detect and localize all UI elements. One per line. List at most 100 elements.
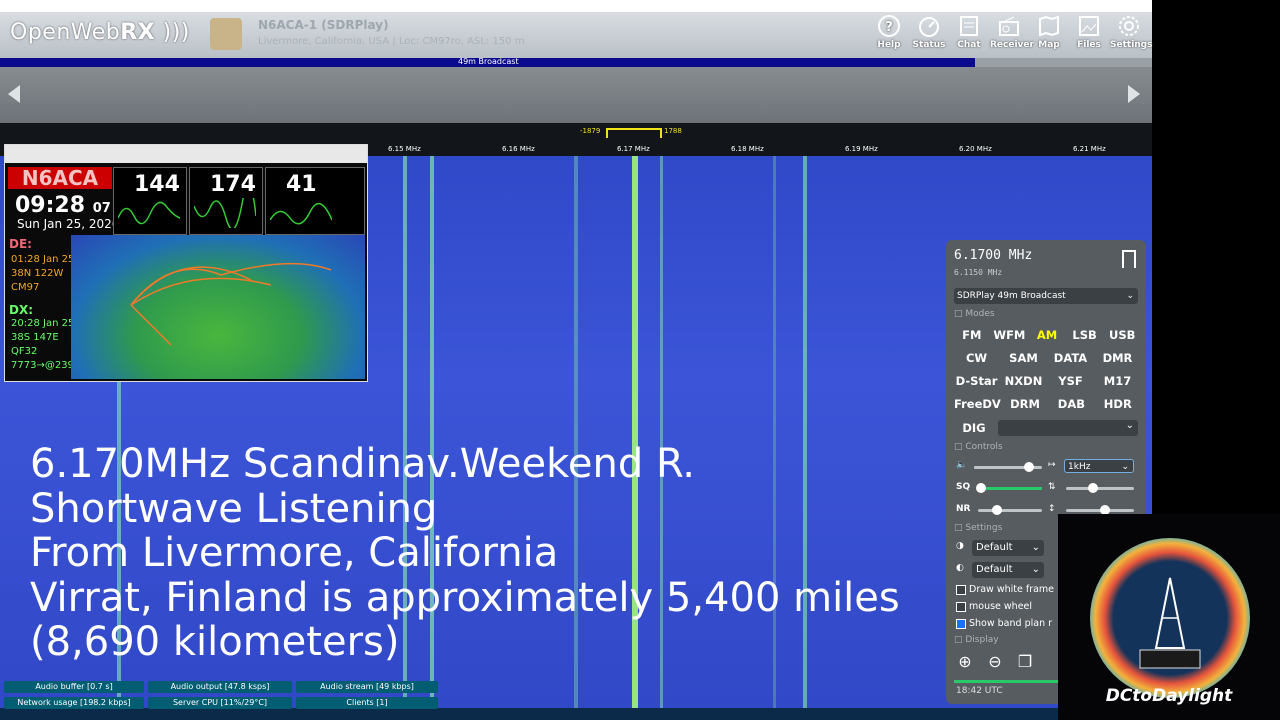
zoom-out-icon[interactable]: ⊖ <box>984 652 1006 672</box>
mode-freedv[interactable]: FreeDV <box>954 394 1001 414</box>
brand-logo <box>1090 538 1250 698</box>
chevron-down-icon: ⌄ <box>1125 420 1134 431</box>
clock-date: Sun Jan 25, 2026 <box>17 217 120 231</box>
mode-am[interactable]: AM <box>1029 325 1065 345</box>
frequency-display[interactable]: 6.1700 MHz <box>954 248 1032 263</box>
volume-fill <box>974 466 1029 469</box>
map-icon <box>1039 15 1059 37</box>
checkbox-box-checked[interactable] <box>956 618 966 629</box>
scroll-left-icon[interactable] <box>8 85 20 103</box>
svg-text:?: ? <box>885 20 893 35</box>
mode-m17[interactable]: M17 <box>1095 371 1140 391</box>
nav-status-label: Status <box>912 40 946 50</box>
volume-icon[interactable]: 🔈 <box>956 460 967 470</box>
passband-low: -1879 <box>580 127 601 135</box>
mode-dstar[interactable]: D-Star <box>954 371 999 391</box>
mode-dig[interactable]: DIG <box>956 418 992 438</box>
mode-ysf[interactable]: YSF <box>1048 371 1093 391</box>
scroll-right-icon[interactable] <box>1128 85 1140 103</box>
modes-section-label[interactable]: □ Modes <box>954 309 995 319</box>
mode-dmr[interactable]: DMR <box>1095 348 1140 368</box>
nav-receiver-label: Receiver <box>990 40 1034 50</box>
nav-chat[interactable]: Chat <box>950 14 988 50</box>
draw-frame-checkbox[interactable]: Draw white frame <box>956 584 1054 595</box>
caption-line: Virrat, Finland is approximately 5,400 m… <box>30 574 900 621</box>
openwebrx-logo[interactable]: OpenWebRX ))) <box>10 20 190 45</box>
header-nav: ? Help Status Chat Receiver Map Files Se… <box>870 14 1152 50</box>
bookmark-icon[interactable] <box>1122 250 1136 268</box>
de-label: DE: <box>9 237 32 251</box>
mouse-wheel-checkbox[interactable]: mouse wheel <box>956 601 1032 612</box>
frequency-secondary: 6.1150 MHz <box>954 268 1003 277</box>
network-usage-status: Network usage [198.2 kbps] <box>4 697 144 709</box>
zoom-in-icon[interactable]: ⊕ <box>954 652 976 672</box>
image-icon <box>1079 16 1099 36</box>
theme-select[interactable]: Default ⌄ <box>972 540 1044 556</box>
settings-section-label[interactable]: □ Settings <box>954 523 1002 533</box>
nav-help[interactable]: ? Help <box>870 14 908 50</box>
mode-data[interactable]: DATA <box>1048 348 1093 368</box>
palette-select[interactable]: Default ⌄ <box>972 562 1044 578</box>
audio-stream-status: Audio stream [49 kbps] <box>296 681 438 693</box>
mode-nxdn[interactable]: NXDN <box>1001 371 1046 391</box>
mode-usb[interactable]: USB <box>1104 325 1140 345</box>
mode-sam[interactable]: SAM <box>1001 348 1046 368</box>
checkbox-box[interactable] <box>956 584 966 595</box>
mode-fm[interactable]: FM <box>954 325 990 345</box>
dx-line: 38S 147E <box>11 332 59 343</box>
check1-label: Draw white frame <box>969 584 1055 595</box>
checkbox-box[interactable] <box>956 601 966 612</box>
caption-line: 6.170MHz Scandinav.Weekend R. <box>30 441 696 487</box>
modes-row: D-Star NXDN YSF M17 <box>954 371 1140 391</box>
band-plan-checkbox[interactable]: Show band plan r <box>956 618 1052 629</box>
wave-graph <box>270 203 332 225</box>
nav-settings[interactable]: Settings <box>1110 14 1152 50</box>
mode-lsb[interactable]: LSB <box>1067 325 1103 345</box>
world-map <box>71 235 365 379</box>
mode-drm[interactable]: DRM <box>1003 394 1047 414</box>
logo-web: Web <box>70 20 121 45</box>
setting2-value: Default <box>976 564 1013 575</box>
nav-map-label: Map <box>1038 40 1060 50</box>
nav-receiver[interactable]: Receiver <box>990 14 1034 50</box>
nr-slider[interactable] <box>978 505 1042 515</box>
digital-mode-select[interactable]: ⌄ <box>998 420 1138 436</box>
volume-slider[interactable] <box>974 462 1042 472</box>
step-select[interactable]: 1kHz ⌄ <box>1064 459 1134 473</box>
nav-status[interactable]: Status <box>910 14 948 50</box>
controls-section-label[interactable]: □ Controls <box>954 442 1003 452</box>
dx-line: 7773→@239° <box>11 360 79 371</box>
mode-dab[interactable]: DAB <box>1049 394 1093 414</box>
slider-knob[interactable] <box>992 505 1002 515</box>
slider-knob[interactable] <box>976 483 986 493</box>
slider-knob[interactable] <box>1088 483 1098 493</box>
check3-label: Show band plan r <box>969 618 1053 629</box>
data-box-value: 174 <box>210 172 256 197</box>
spectrum-display[interactable] <box>0 67 1152 123</box>
caption-line: Shortwave Listening <box>30 485 438 532</box>
clients-status: Clients [1] <box>296 697 438 709</box>
chevron-down-icon: ⌄ <box>1031 564 1040 575</box>
scale-label: 6.20 MHz <box>959 145 992 153</box>
profile-select[interactable]: SDRPlay 49m Broadcast ⌄ <box>954 288 1138 304</box>
mode-hdr[interactable]: HDR <box>1096 394 1140 414</box>
filter-slider[interactable] <box>1066 505 1134 515</box>
passband-marker[interactable] <box>606 128 662 138</box>
gain-slider[interactable] <box>1066 483 1134 493</box>
slider-knob[interactable] <box>1024 462 1034 472</box>
noise-reduction-label: NR <box>956 504 971 514</box>
mode-wfm[interactable]: WFM <box>992 325 1028 345</box>
mode-cw[interactable]: CW <box>954 348 999 368</box>
contrast-icon: ◐ <box>956 563 964 573</box>
nav-files[interactable]: Files <box>1070 14 1108 50</box>
band-plan-bar[interactable]: 49m Broadcast <box>0 57 975 67</box>
modes-row: CW SAM DATA DMR <box>954 348 1140 368</box>
nav-map[interactable]: Map <box>1030 14 1068 50</box>
display-section-label[interactable]: □ Display <box>954 635 999 645</box>
squelch-slider[interactable] <box>976 483 1042 493</box>
squelch-label: SQ <box>956 482 971 492</box>
data-box-value: 41 <box>286 172 317 197</box>
zoom-fit-icon[interactable]: ❐ <box>1014 652 1036 672</box>
propagation-paths <box>130 262 332 346</box>
scale-label: 6.15 MHz <box>388 145 421 153</box>
